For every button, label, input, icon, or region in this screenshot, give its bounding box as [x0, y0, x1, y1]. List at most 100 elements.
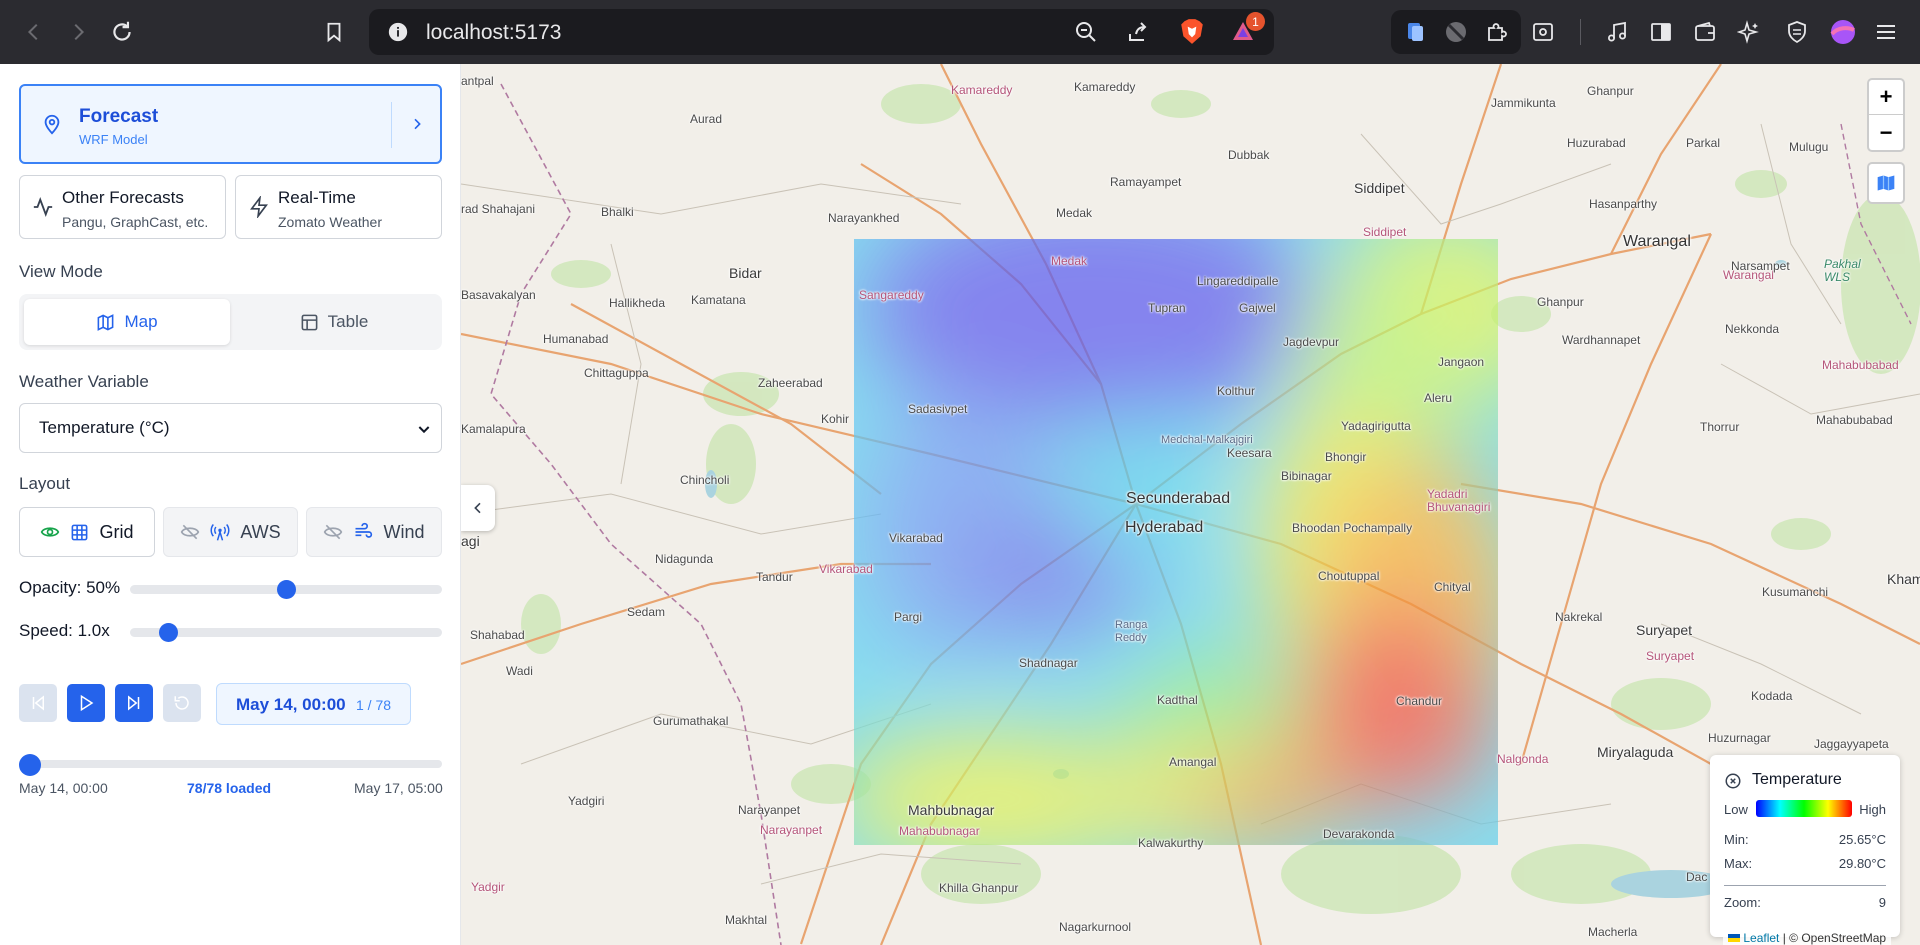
address-bar[interactable]: localhost:5173 1	[369, 9, 1274, 55]
timeline-slider-thumb[interactable]	[19, 754, 41, 776]
puzzle-extensions-icon[interactable]	[1485, 20, 1509, 44]
place-label: Sadasivpet	[908, 402, 968, 416]
copy-extension-icon[interactable]	[1403, 20, 1427, 44]
eye-off-icon	[181, 524, 200, 540]
zoom-in-button[interactable]: +	[1869, 80, 1903, 115]
forward-icon[interactable]	[60, 14, 96, 50]
opacity-slider[interactable]	[130, 580, 442, 599]
place-label: Wardhannapet	[1562, 333, 1641, 347]
place-label: Medchal-Malkajgiri	[1161, 434, 1253, 446]
site-info-icon[interactable]	[387, 21, 409, 43]
grid-layer-label: Grid	[99, 521, 134, 542]
place-label: Ranga Reddy	[1115, 619, 1148, 644]
place-label: Kamatana	[691, 293, 746, 307]
place-label: Mahbubnagar	[908, 802, 995, 818]
brave-shields-icon[interactable]	[1179, 18, 1205, 46]
place-label: Chincholi	[680, 473, 730, 487]
menu-icon[interactable]	[1874, 20, 1898, 44]
opacity-slider-thumb[interactable]	[277, 580, 296, 599]
collapse-sidebar-button[interactable]	[461, 485, 495, 531]
place-label: Chityal	[1434, 580, 1471, 594]
sidebar-toggle-icon[interactable]	[1649, 20, 1673, 44]
wind-layer-toggle[interactable]: Wind	[306, 507, 442, 557]
chevron-right-icon[interactable]	[409, 115, 425, 133]
place-label: antpal	[461, 74, 494, 88]
place-label: Ramayampet	[1110, 175, 1182, 189]
place-label: Kalwakurthy	[1138, 836, 1204, 850]
zoom-out-page-icon[interactable]	[1074, 20, 1098, 44]
legend-divider	[1724, 885, 1886, 886]
place-label: Khamma	[1887, 571, 1920, 587]
place-label: Kamareddy	[951, 83, 1013, 97]
profile-avatar-icon[interactable]	[1830, 19, 1856, 45]
map-view[interactable]: antpal Aurad Kamareddy Kamareddy Dubbak …	[461, 64, 1920, 945]
eye-off-icon	[324, 524, 343, 540]
place-label: Bhalki	[601, 205, 634, 219]
map-pin-icon	[41, 112, 63, 136]
view-mode-map-button[interactable]: Map	[24, 299, 230, 345]
table-button-label: Table	[327, 312, 369, 331]
place-label: Gajwel	[1239, 301, 1276, 315]
reload-icon[interactable]	[104, 14, 140, 50]
skip-forward-button[interactable]	[115, 684, 153, 722]
place-label: Warangal	[1623, 233, 1691, 250]
reader-mode-icon[interactable]	[1531, 20, 1555, 44]
place-label: Ghanpur	[1537, 295, 1584, 309]
weather-variable-select[interactable]: Temperature (°C)	[19, 403, 442, 453]
frame-counter: 1 / 78	[356, 697, 392, 713]
temperature-legend: Temperature Low High Min: 25.65°C Max: 2…	[1710, 755, 1900, 937]
view-mode-toggle: Map Table	[19, 294, 442, 350]
view-mode-table-button[interactable]: Table	[231, 299, 437, 345]
vpn-shield-icon[interactable]	[1785, 20, 1809, 44]
leo-ai-icon[interactable]	[1737, 20, 1761, 44]
place-label: Hallikheda	[609, 296, 666, 310]
grid-layer-toggle[interactable]: Grid	[19, 507, 155, 557]
place-label: Aleru	[1424, 391, 1453, 405]
place-label: Hyderabad	[1125, 519, 1204, 536]
vpn-extension-icon[interactable]	[1444, 20, 1468, 44]
reset-button[interactable]	[163, 684, 201, 722]
layout-label: Layout	[19, 474, 71, 493]
place-label: Shahabad	[470, 628, 525, 642]
forecast-card-title: Forecast	[79, 106, 159, 127]
legend-min-value: 25.65°C	[1838, 832, 1886, 847]
leaflet-link[interactable]: Leaflet	[1743, 931, 1779, 945]
url-text[interactable]: localhost:5173	[426, 21, 561, 45]
place-label: Bibinagar	[1281, 469, 1332, 483]
legend-zoom-value: 9	[1878, 895, 1886, 910]
place-label: Siddipet	[1354, 180, 1405, 196]
speed-slider-thumb[interactable]	[159, 623, 178, 642]
wind-layer-label: Wind	[383, 521, 425, 542]
speed-label: Speed: 1.0x	[19, 621, 110, 640]
place-label: agi	[461, 533, 480, 549]
place-label: Pakhal WLS	[1824, 257, 1861, 284]
place-label: Shadnagar	[1019, 656, 1078, 670]
notification-badge: 1	[1246, 12, 1265, 31]
speed-slider[interactable]	[130, 623, 442, 642]
skip-back-button[interactable]	[19, 684, 57, 722]
aws-layer-label: AWS	[240, 521, 281, 542]
other-forecasts-card[interactable]: Other Forecasts Pangu, GraphCast, etc.	[19, 175, 226, 239]
timeline-slider[interactable]	[19, 754, 442, 776]
bookmark-icon[interactable]	[316, 14, 352, 50]
play-button[interactable]	[67, 684, 105, 722]
realtime-card[interactable]: Real-Time Zomato Weather	[235, 175, 442, 239]
wallet-icon[interactable]	[1693, 20, 1717, 44]
place-label: Chittaguppa	[584, 366, 649, 380]
legend-color-ramp	[1756, 800, 1852, 817]
music-icon[interactable]	[1605, 20, 1629, 44]
share-icon[interactable]	[1126, 20, 1150, 44]
place-label: Jaggayyapeta	[1814, 737, 1889, 751]
ukraine-flag-icon	[1728, 934, 1740, 942]
forecast-card-subtitle: WRF Model	[79, 132, 148, 147]
place-label: Narayanpet	[760, 823, 823, 837]
zoom-out-button[interactable]: −	[1869, 115, 1903, 150]
back-icon[interactable]	[16, 14, 52, 50]
layer-switcher-button[interactable]	[1867, 162, 1905, 204]
osm-attribution[interactable]: | © OpenStreetMap	[1783, 931, 1886, 945]
skip-forward-icon	[128, 695, 140, 711]
aws-layer-toggle[interactable]: AWS	[163, 507, 298, 557]
place-label: Dubbak	[1228, 148, 1270, 162]
forecast-source-card[interactable]: Forecast WRF Model	[19, 84, 442, 164]
place-label: Mahabubabad	[1822, 358, 1899, 372]
